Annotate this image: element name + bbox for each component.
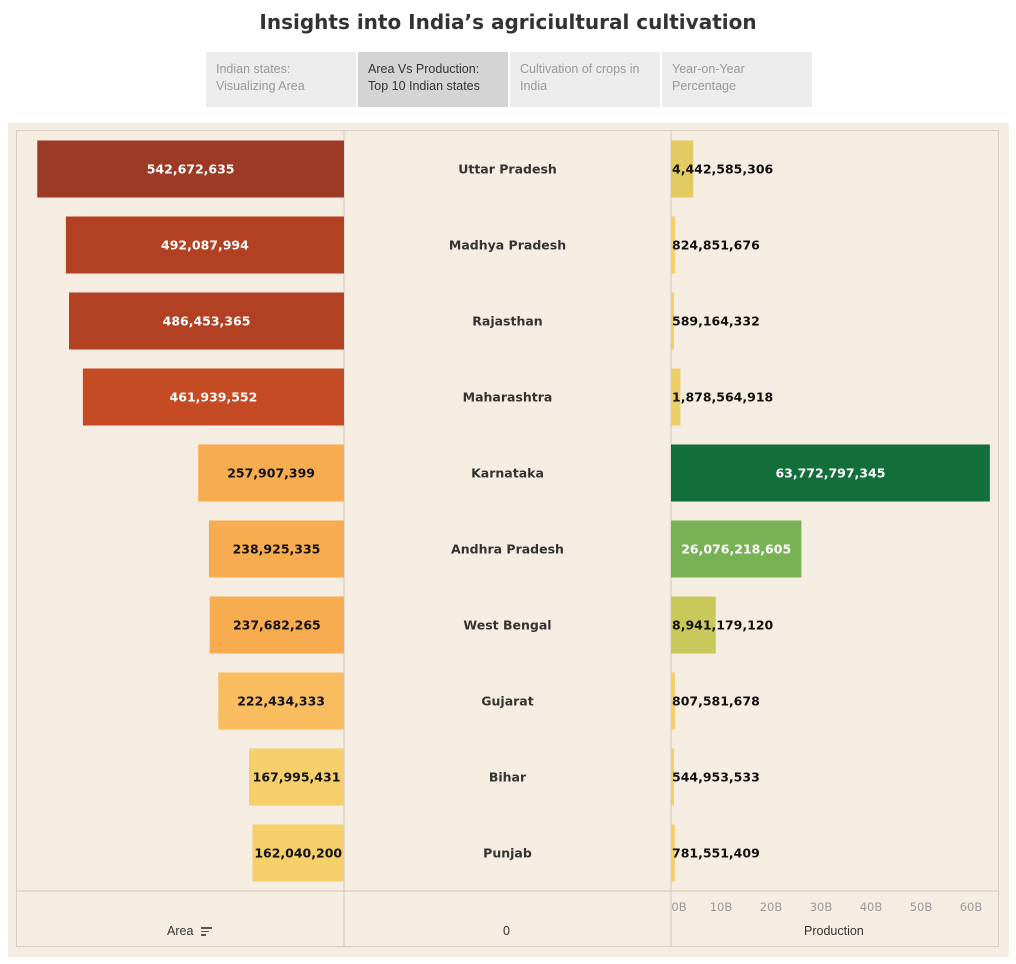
area-data-label: 461,939,552	[170, 390, 258, 405]
area-data-label: 486,453,365	[163, 314, 251, 329]
production-tick-label: 30B	[810, 900, 833, 914]
area-data-label: 257,907,399	[227, 466, 315, 481]
area-data-label: 167,995,431	[253, 770, 341, 785]
state-label: Uttar Pradesh	[458, 162, 557, 177]
production-tick-label: 40B	[860, 900, 883, 914]
state-label: Karnataka	[471, 466, 544, 481]
production-tick-label: 50B	[910, 900, 933, 914]
state-label: Punjab	[483, 846, 532, 861]
production-data-label: 544,953,533	[672, 770, 760, 785]
area-axis-label: Area	[167, 924, 194, 938]
state-label: Rajasthan	[472, 314, 542, 329]
tab-visualizing-area[interactable]: Indian states: Visualizing Area	[206, 52, 356, 107]
area-data-label: 492,087,994	[161, 238, 249, 253]
area-axis-header[interactable]: Area	[167, 924, 212, 938]
tab-label-line1: Year-on-Year	[672, 62, 745, 76]
production-tick-label: 20B	[760, 900, 783, 914]
production-data-label: 589,164,332	[672, 314, 760, 329]
production-tick-label: 10B	[710, 900, 733, 914]
tab-label-line1: Cultivation of crops in	[520, 62, 640, 76]
tab-label-line2: Top 10 Indian states	[368, 79, 480, 93]
tab-label-line2: Visualizing Area	[216, 79, 305, 93]
production-data-label: 63,772,797,345	[775, 466, 885, 481]
tab-label-line1: Area Vs Production:	[368, 62, 480, 76]
production-data-label: 781,551,409	[672, 846, 760, 861]
center-axis-label: 0	[503, 924, 510, 938]
area-data-label: 238,925,335	[233, 542, 321, 557]
story-tabs: Indian states: Visualizing Area Area Vs …	[206, 52, 814, 107]
tab-cultivation-of-crops[interactable]: Cultivation of crops in India	[510, 52, 660, 107]
state-label: Andhra Pradesh	[451, 542, 564, 557]
production-axis-label: Production	[804, 924, 864, 938]
production-data-label: 824,851,676	[672, 238, 760, 253]
state-label: West Bengal	[463, 618, 551, 633]
state-label: Madhya Pradesh	[449, 238, 566, 253]
tab-year-on-year[interactable]: Year-on-Year Percentage	[662, 52, 812, 107]
production-data-label: 807,581,678	[672, 694, 760, 709]
area-data-label: 162,040,200	[254, 846, 342, 861]
page-title: Insights into India’s agriciultural cult…	[259, 10, 757, 34]
area-data-label: 542,672,635	[147, 162, 235, 177]
production-data-label: 4,442,585,306	[672, 162, 774, 177]
tab-area-vs-production[interactable]: Area Vs Production: Top 10 Indian states	[358, 52, 508, 107]
state-label: Bihar	[489, 770, 527, 785]
production-tick-label: 0B	[671, 900, 686, 914]
production-data-label: 8,941,179,120	[672, 618, 774, 633]
area-data-label: 222,434,333	[237, 694, 325, 709]
production-tick-label: 60B	[960, 900, 983, 914]
tab-label-line2: India	[520, 79, 548, 93]
tab-label-line2: Percentage	[672, 79, 736, 93]
production-data-label: 1,878,564,918	[672, 390, 773, 405]
sort-descending-icon[interactable]	[200, 927, 212, 936]
state-label: Maharashtra	[463, 390, 553, 405]
area-data-label: 237,682,265	[233, 618, 321, 633]
state-label: Gujarat	[481, 694, 533, 709]
production-data-label: 26,076,218,605	[681, 542, 791, 557]
area-vs-production-chart: 542,672,635 Uttar Pradesh 4,442,585,306 492…	[16, 130, 999, 947]
tab-label-line1: Indian states:	[216, 62, 291, 76]
